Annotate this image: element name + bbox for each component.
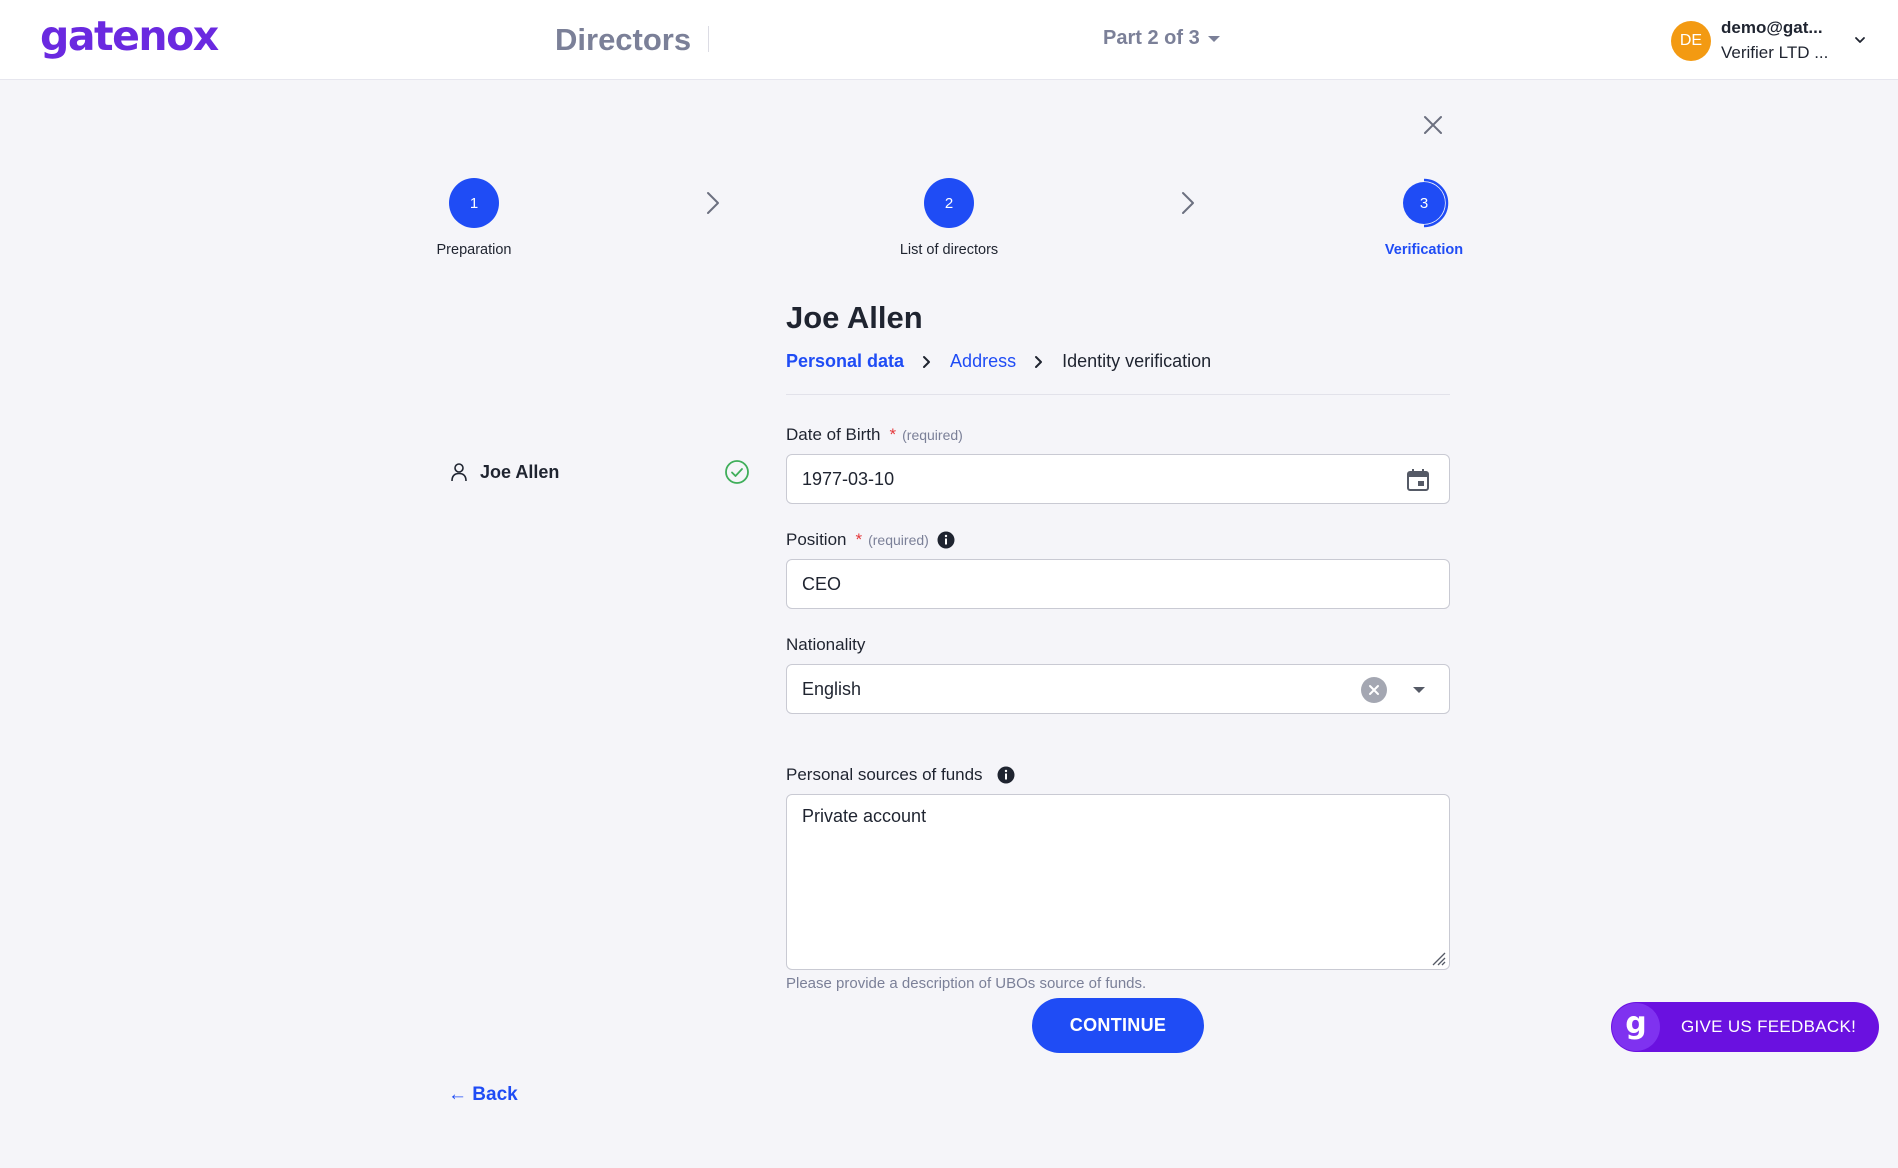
avatar: DE [1671, 20, 1711, 61]
field-label-text: Date of Birth [786, 425, 881, 444]
date-of-birth-label: Date of Birth * (required) [786, 425, 963, 445]
close-icon[interactable] [1421, 113, 1445, 137]
breadcrumb-identity-verification: Identity verification [1062, 351, 1212, 371]
breadcrumb-personal-data[interactable]: Personal data [786, 351, 904, 372]
position-label: Position * (required) [786, 530, 955, 550]
step-preparation[interactable]: 1 Preparation [394, 178, 554, 258]
sources-of-funds-textarea[interactable]: Private account [786, 794, 1450, 970]
chevron-right-icon [707, 192, 719, 214]
clear-icon[interactable] [1361, 677, 1387, 703]
step-number: 2 [924, 178, 974, 228]
info-icon[interactable] [997, 766, 1015, 784]
date-of-birth-field[interactable]: 1977-03-10 [786, 454, 1450, 504]
required-mark: * [889, 425, 897, 444]
step-label: Verification [1384, 242, 1464, 258]
back-link[interactable]: ← Back [448, 1084, 518, 1106]
nationality-select[interactable]: English [786, 664, 1450, 714]
field-label-text: Nationality [786, 635, 866, 654]
breadcrumb: Personal data Address Identity verificat… [786, 351, 1211, 372]
step-number: 1 [449, 178, 499, 228]
sources-of-funds-label: Personal sources of funds [786, 765, 1015, 785]
required-text: (required) [868, 532, 929, 548]
nationality-value: English [802, 678, 862, 699]
step-list-of-directors[interactable]: 2 List of directors [869, 178, 1029, 258]
sources-of-funds-value: Private account [802, 806, 927, 826]
user-icon [451, 463, 467, 482]
top-bar: gatenox Directors Part 2 of 3 DE demo@ga… [0, 0, 1898, 80]
chevron-right-icon [1182, 192, 1194, 214]
step-progress-ring: 3 [1399, 178, 1449, 228]
position-value: CEO [802, 573, 842, 594]
step-label: List of directors [899, 242, 999, 258]
required-text: (required) [902, 427, 963, 443]
date-of-birth-value: 1977-03-10 [802, 468, 895, 489]
director-name: Joe Allen [480, 461, 560, 482]
info-icon[interactable] [937, 531, 955, 549]
resize-handle-icon[interactable] [1430, 950, 1446, 966]
part-selector[interactable]: Part 2 of 3 [1103, 27, 1220, 50]
sidebar-item-director[interactable]: Joe Allen [450, 458, 750, 486]
continue-button[interactable]: CONTINUE [1032, 998, 1204, 1053]
caret-down-icon[interactable] [1413, 687, 1425, 693]
user-menu[interactable]: DE demo@gat... Verifier LTD ... [1671, 18, 1867, 63]
chevron-right-icon [922, 355, 932, 369]
breadcrumb-address[interactable]: Address [950, 351, 1016, 372]
nationality-label: Nationality [786, 635, 865, 655]
caret-down-icon [1207, 35, 1220, 42]
check-circle-icon [725, 460, 749, 484]
person-name: Joe Allen [786, 300, 923, 335]
page-title: Directors [555, 22, 692, 57]
user-company: Verifier LTD ... [1721, 43, 1829, 62]
position-field[interactable]: CEO [786, 559, 1450, 609]
gatenox-logo[interactable]: gatenox [40, 12, 219, 60]
calendar-icon[interactable] [1405, 467, 1431, 493]
field-label-text: Position [786, 530, 847, 549]
chevron-down-icon [1855, 36, 1865, 43]
step-verification[interactable]: 3 Verification [1344, 178, 1504, 258]
required-mark: * [855, 530, 863, 549]
sources-of-funds-helper: Please provide a description of UBOs sou… [786, 975, 1147, 992]
user-email: demo@gat... [1721, 18, 1823, 37]
field-label-text: Personal sources of funds [786, 765, 983, 784]
feedback-button[interactable]: g GIVE US FEEDBACK! [1611, 1002, 1879, 1052]
chevron-right-icon [1034, 355, 1044, 369]
feedback-label: GIVE US FEEDBACK! [1681, 1017, 1857, 1036]
step-label: Preparation [436, 242, 512, 258]
gatenox-g-icon: g [1612, 1003, 1660, 1051]
part-selector-label: Part 2 of 3 [1103, 27, 1200, 49]
section-divider [786, 394, 1450, 395]
step-number: 3 [1403, 182, 1445, 224]
title-divider [708, 26, 709, 52]
